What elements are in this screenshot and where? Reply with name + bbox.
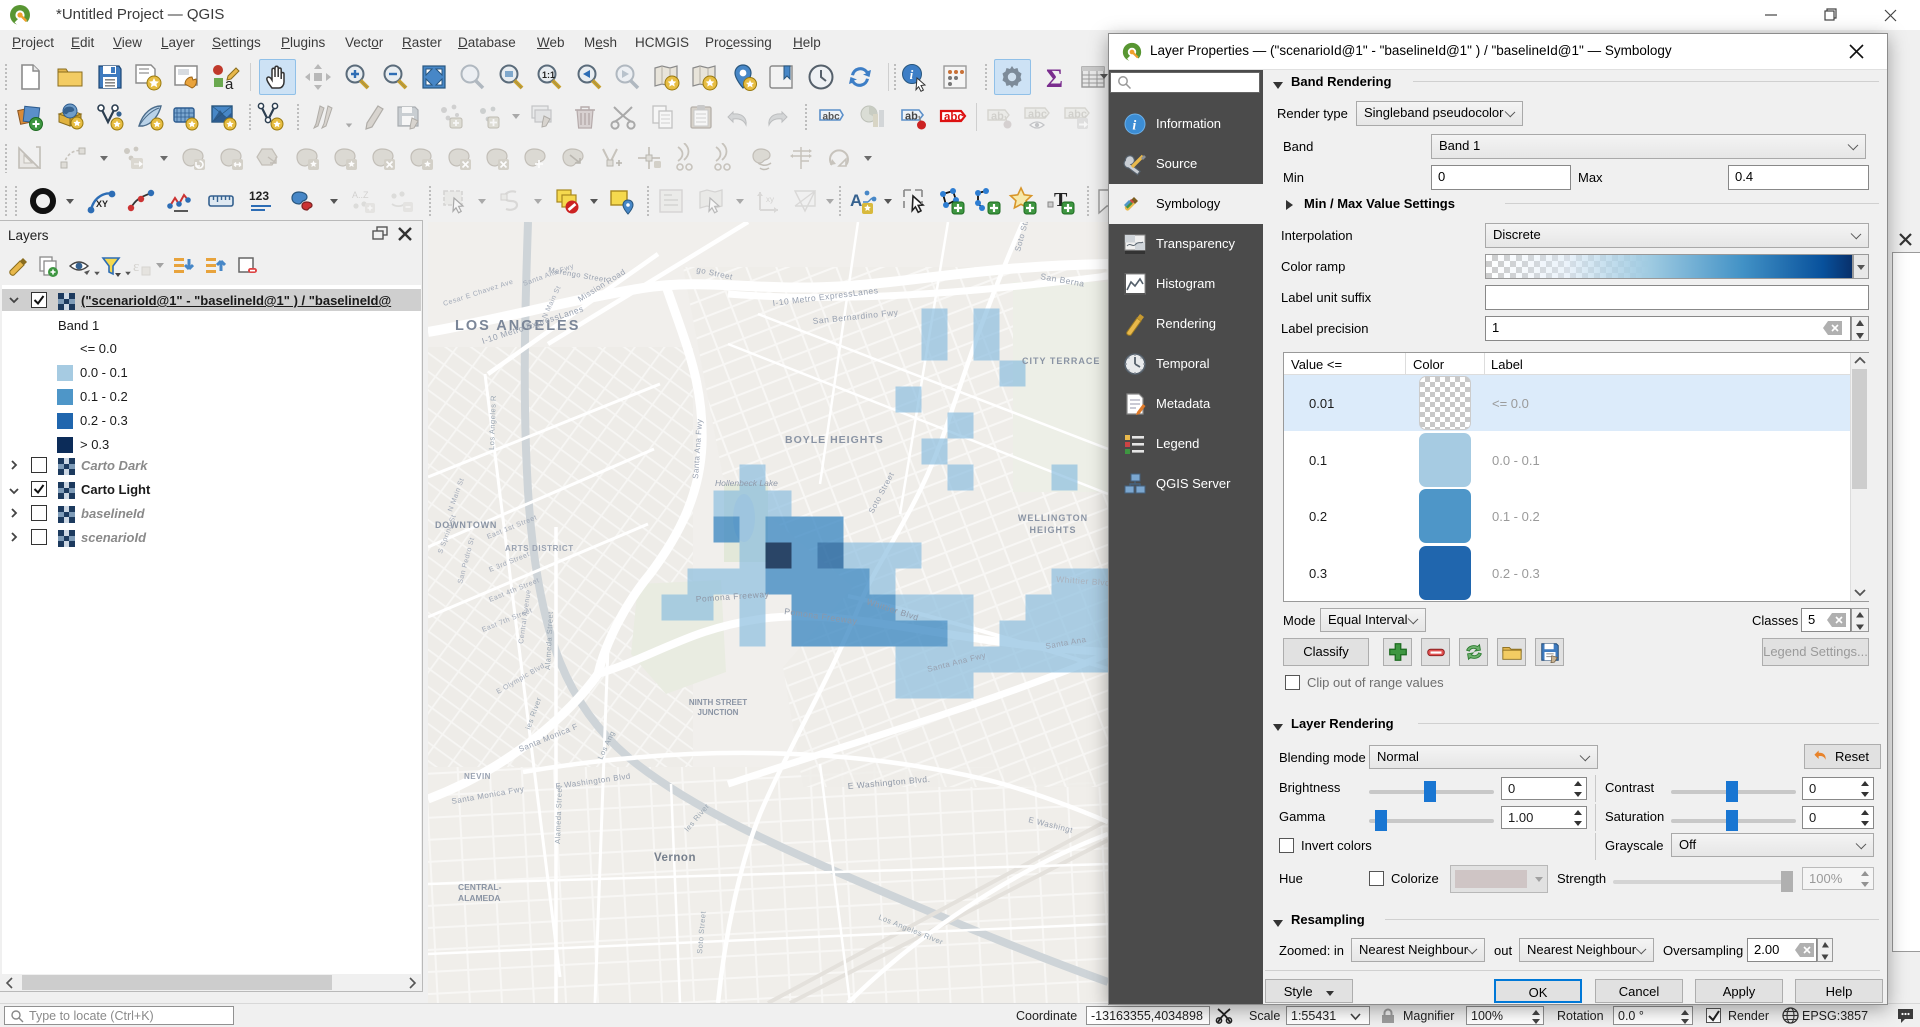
svg-text:XY: XY bbox=[96, 199, 108, 209]
svg-text:123: 123 bbox=[249, 189, 269, 203]
svg-text:A..Z: A..Z bbox=[352, 190, 369, 200]
svg-text:BOYLE HEIGHTS: BOYLE HEIGHTS bbox=[785, 434, 884, 446]
svg-text:abc: abc bbox=[944, 112, 964, 124]
svg-text:NEVIN: NEVIN bbox=[464, 772, 491, 781]
svg-text:ab: ab bbox=[991, 111, 1004, 123]
svg-text:1:1: 1:1 bbox=[542, 70, 555, 80]
svg-text:abc: abc bbox=[823, 112, 841, 123]
svg-text:ε: ε bbox=[133, 259, 139, 275]
svg-text:ARTS DISTRICT: ARTS DISTRICT bbox=[505, 544, 574, 553]
svg-text:ab: ab bbox=[905, 111, 918, 123]
svg-text:Hollenbeck Lake: Hollenbeck Lake bbox=[715, 478, 778, 488]
svg-text:HEIGHTS: HEIGHTS bbox=[1029, 525, 1076, 535]
svg-text:JUNCTION: JUNCTION bbox=[698, 708, 739, 717]
svg-text:Vernon: Vernon bbox=[654, 852, 696, 864]
svg-text:abc: abc bbox=[1028, 109, 1047, 121]
svg-text:i: i bbox=[910, 67, 914, 82]
svg-text:NINTH STREET: NINTH STREET bbox=[689, 698, 747, 707]
svg-text:DOWNTOWN: DOWNTOWN bbox=[435, 520, 497, 530]
svg-text:CITY TERRACE: CITY TERRACE bbox=[1022, 356, 1100, 366]
svg-text:ALAMEDA: ALAMEDA bbox=[458, 893, 501, 903]
svg-text:A: A bbox=[850, 191, 862, 210]
svg-text:Los Angeles R: Los Angeles R bbox=[487, 395, 498, 450]
svg-text:WELLINGTON: WELLINGTON bbox=[1018, 513, 1088, 523]
svg-text:i: i bbox=[1132, 119, 1136, 134]
svg-text:xy: xy bbox=[766, 195, 774, 204]
svg-text:CENTRAL-: CENTRAL- bbox=[458, 882, 502, 892]
svg-text:Σ: Σ bbox=[1046, 64, 1063, 92]
